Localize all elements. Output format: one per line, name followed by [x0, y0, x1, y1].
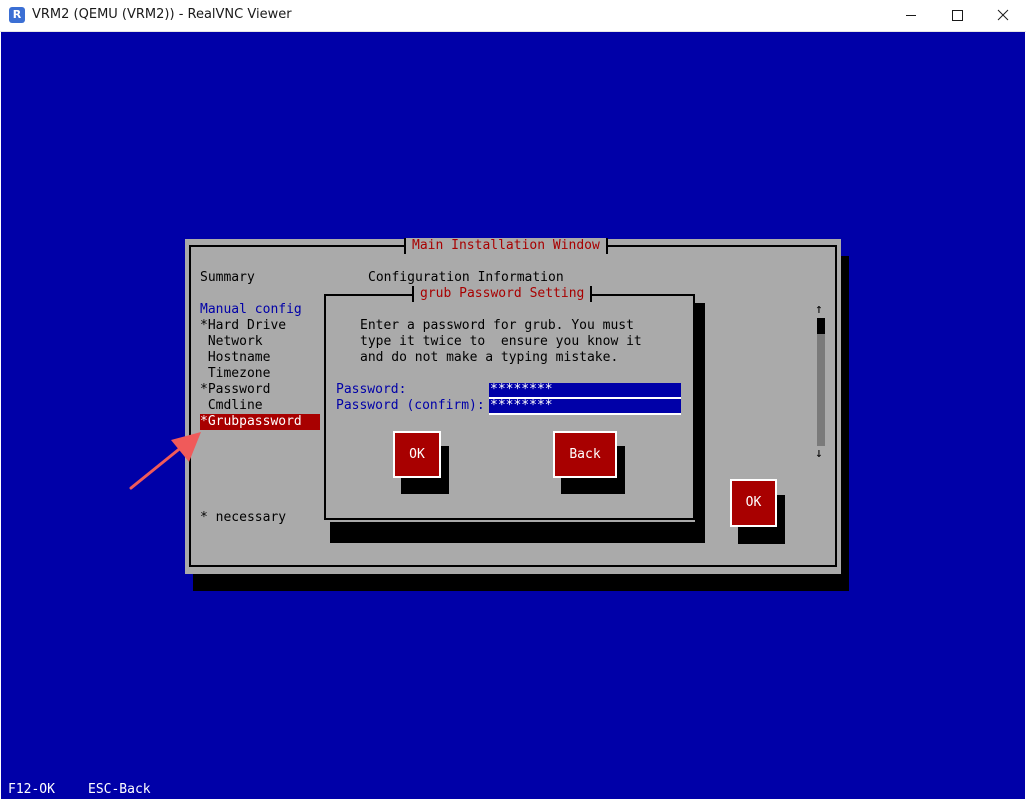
summary-label[interactable]: Summary: [200, 270, 255, 286]
menu-item-cmdline[interactable]: Cmdline: [200, 398, 263, 414]
scroll-up-arrow[interactable]: ↑: [815, 302, 823, 318]
menu-item-password[interactable]: *Password: [200, 382, 270, 398]
main-ok-button[interactable]: OK: [730, 479, 777, 527]
grub-message-line-3: and do not make a typing mistake.: [360, 350, 619, 365]
maximize-icon: [952, 10, 963, 21]
footer-f12-ok: F12-OK: [8, 782, 55, 797]
minimize-icon: [906, 15, 916, 16]
password-label: Password:: [336, 382, 407, 397]
menu-item-hostname[interactable]: Hostname: [200, 350, 271, 366]
minimize-button[interactable]: [888, 0, 934, 31]
menu-item-network[interactable]: Network: [200, 334, 263, 350]
main-window-title: Main Installation Window: [404, 238, 608, 254]
grub-dialog-title: grub Password Setting: [412, 286, 593, 302]
grub-back-button[interactable]: Back: [553, 431, 617, 478]
close-button[interactable]: [980, 0, 1026, 31]
vnc-screen[interactable]: Main Installation Window Summary Configu…: [1, 32, 1025, 799]
config-info-label: Configuration Information: [368, 270, 564, 285]
footer-esc-back: ESC-Back: [88, 782, 151, 797]
realvnc-icon: R: [9, 7, 25, 23]
close-icon: [997, 9, 1009, 21]
window-titlebar: R VRM2 (QEMU (VRM2)) - RealVNC Viewer: [0, 0, 1026, 32]
manual-config-label: Manual config: [200, 302, 302, 317]
password-confirm-input[interactable]: ********: [489, 399, 681, 415]
menu-item-timezone[interactable]: Timezone: [200, 366, 271, 382]
password-input[interactable]: ********: [489, 383, 681, 399]
maximize-button[interactable]: [934, 0, 980, 31]
menu-item-grubpassword[interactable]: *Grubpassword: [200, 414, 320, 430]
scrollbar-thumb[interactable]: [817, 318, 825, 334]
grub-message-line-2: type it twice to ensure you know it: [360, 334, 642, 349]
grub-ok-button[interactable]: OK: [393, 431, 441, 478]
scrollbar-track[interactable]: [817, 318, 825, 446]
scroll-down-arrow[interactable]: ↓: [815, 446, 823, 462]
grub-message-line-1: Enter a password for grub. You must: [360, 318, 634, 333]
window-title: VRM2 (QEMU (VRM2)) - RealVNC Viewer: [32, 7, 292, 22]
annotation-arrow-icon: [129, 432, 201, 490]
menu-item-hard-drive[interactable]: *Hard Drive: [200, 318, 286, 334]
necessary-note: * necessary: [200, 510, 287, 525]
password-confirm-label: Password (confirm):: [336, 398, 485, 413]
